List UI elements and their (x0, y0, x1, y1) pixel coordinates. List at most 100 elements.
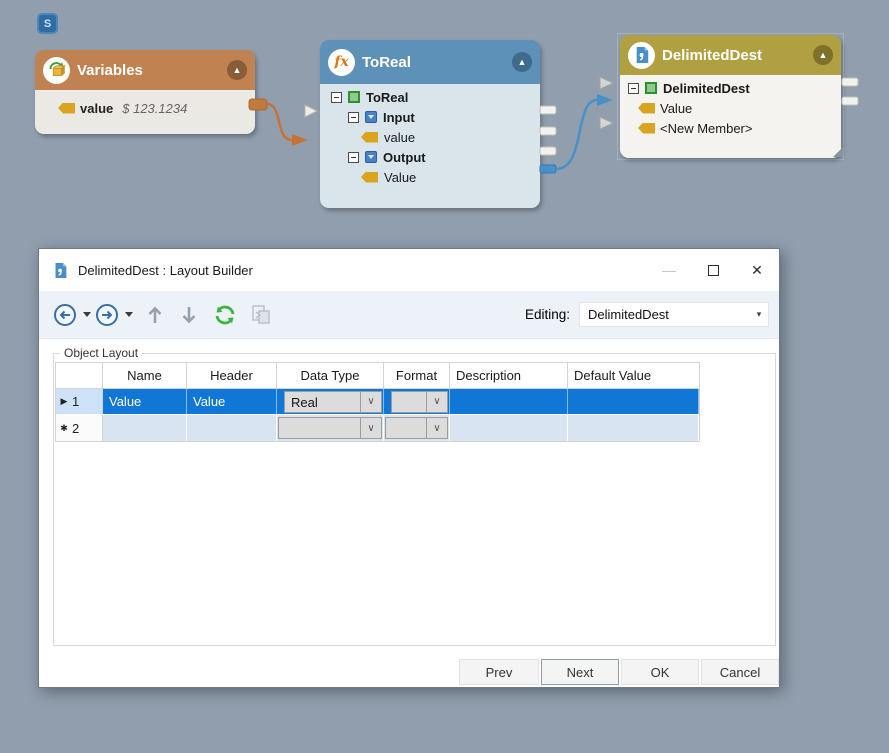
column-header-datatype[interactable]: Data Type (277, 363, 384, 389)
back-dropdown-caret[interactable] (83, 312, 91, 317)
toreal-port-outvalue[interactable] (540, 165, 556, 173)
tree-row[interactable]: <New Member> (620, 118, 841, 138)
element-arrow-icon (365, 111, 377, 123)
cell-name[interactable] (103, 415, 187, 441)
member-tag-icon (638, 103, 655, 114)
toreal-to-delimited-wire[interactable] (556, 100, 597, 169)
editing-label: Editing: (525, 307, 570, 322)
maximize-button[interactable] (691, 249, 735, 291)
column-header-header[interactable]: Header (187, 363, 277, 389)
delimiteddest-node-body: DelimitedDest Value <New Member> (620, 75, 841, 158)
cell-description[interactable] (450, 389, 568, 415)
document-icon (634, 46, 650, 64)
variables-node[interactable]: Variables ▲ value $ 123.1234 (35, 50, 255, 134)
chevron-down-icon: ▾ (750, 309, 768, 320)
collapse-box-icon[interactable] (348, 112, 359, 123)
toreal-port-output[interactable] (540, 147, 556, 155)
toreal-port-value[interactable] (540, 127, 556, 135)
member-tag-icon (361, 132, 378, 143)
variables-member-row[interactable]: value $ 123.1234 (58, 98, 255, 118)
tree-row[interactable]: value (320, 127, 540, 147)
delimiteddest-node-header[interactable]: DelimitedDest ▲ (620, 35, 841, 75)
layout-builder-dialog: DelimitedDest : Layout Builder — ✕ (38, 248, 780, 688)
collapse-box-icon[interactable] (331, 92, 342, 103)
close-icon: ✕ (751, 262, 763, 279)
cell-name[interactable]: Value (103, 389, 187, 415)
prev-button[interactable]: Prev (459, 659, 539, 685)
refresh-button[interactable] (213, 303, 237, 327)
member-tag-icon (58, 103, 75, 114)
delimiteddest-collapse-button[interactable]: ▲ (813, 45, 833, 65)
datatype-value: Real (285, 392, 360, 412)
format-dropdown[interactable]: ∨ (391, 391, 448, 413)
tree-row[interactable]: Output (320, 147, 540, 167)
maximize-icon (708, 265, 719, 276)
tree-label: value (384, 130, 415, 145)
format-value (392, 392, 426, 412)
tree-row[interactable]: DelimitedDest (620, 78, 841, 98)
collapse-box-icon[interactable] (628, 83, 639, 94)
row-number: 2 (72, 421, 79, 436)
column-header-description[interactable]: Description (450, 363, 568, 389)
datatype-dropdown[interactable]: ∨ (278, 417, 382, 439)
toreal-node[interactable]: fx ToReal ▲ ToReal Input value (320, 40, 540, 208)
member-tag-icon (361, 172, 378, 183)
collapse-box-icon[interactable] (348, 152, 359, 163)
delimited-input-port-top[interactable] (600, 77, 613, 89)
toreal-node-header[interactable]: fx ToReal ▲ (320, 40, 540, 84)
cancel-button[interactable]: Cancel (701, 659, 779, 685)
dialog-titlebar[interactable]: DelimitedDest : Layout Builder — ✕ (39, 249, 779, 291)
column-header-defaultvalue[interactable]: Default Value (568, 363, 699, 389)
paste-layout-button[interactable] (249, 303, 273, 327)
grid-row-1[interactable]: ▶ 1 Value Value Real ∨ ∨ (56, 389, 699, 415)
toreal-collapse-button[interactable]: ▲ (512, 52, 532, 72)
variables-node-header[interactable]: Variables ▲ (35, 50, 255, 90)
row-header-2[interactable]: ✱ 2 (56, 415, 103, 441)
cell-datatype: ∨ (277, 415, 384, 441)
tree-label: ToReal (366, 90, 408, 105)
current-row-marker: ▶ (56, 396, 72, 407)
cell-format: ∨ (384, 389, 450, 415)
cell-header[interactable] (187, 415, 277, 441)
dialog-document-icon (53, 262, 68, 279)
row-header-1[interactable]: ▶ 1 (56, 389, 103, 415)
cell-defaultvalue[interactable] (568, 415, 699, 441)
datatype-dropdown[interactable]: Real ∨ (284, 391, 382, 413)
ok-button[interactable]: OK (621, 659, 699, 685)
column-header-name[interactable]: Name (103, 363, 187, 389)
tree-row[interactable]: Input (320, 107, 540, 127)
tree-row[interactable]: Value (620, 98, 841, 118)
next-button[interactable]: Next (541, 659, 619, 685)
tree-row[interactable]: Value (320, 167, 540, 187)
back-button[interactable] (53, 303, 77, 327)
toreal-input-port[interactable] (305, 105, 317, 117)
chevron-down-icon: ∨ (426, 418, 447, 438)
delimited-input-port-new[interactable] (600, 117, 613, 129)
move-down-button[interactable] (177, 303, 201, 327)
minimize-icon: — (662, 262, 676, 278)
move-up-button[interactable] (143, 303, 167, 327)
close-button[interactable]: ✕ (735, 249, 779, 291)
resize-grip[interactable] (833, 147, 843, 157)
variables-icon (43, 57, 70, 84)
delimiteddest-node[interactable]: DelimitedDest ▲ DelimitedDest Value <New… (620, 35, 841, 158)
minimize-button[interactable]: — (647, 249, 691, 291)
delimited-port-2[interactable] (842, 97, 858, 105)
element-arrow-icon (365, 151, 377, 163)
variables-collapse-button[interactable]: ▲ (227, 60, 247, 80)
delimited-port-1[interactable] (842, 78, 858, 86)
forward-dropdown-caret[interactable] (125, 312, 133, 317)
toreal-port-input[interactable] (540, 106, 556, 114)
forward-button[interactable] (95, 303, 119, 327)
editing-combobox[interactable]: DelimitedDest ▾ (579, 302, 769, 327)
cell-defaultvalue[interactable] (568, 389, 699, 415)
grid-row-2[interactable]: ✱ 2 ∨ ∨ (56, 415, 699, 441)
variables-to-toreal-wire[interactable] (267, 104, 292, 140)
tree-row[interactable]: ToReal (320, 87, 540, 107)
column-header-format[interactable]: Format (384, 363, 450, 389)
cell-header[interactable]: Value (187, 389, 277, 415)
cell-description[interactable] (450, 415, 568, 441)
format-dropdown[interactable]: ∨ (385, 417, 448, 439)
layout-grid: Name Header Data Type Format Description… (55, 362, 700, 442)
format-value (386, 418, 426, 438)
